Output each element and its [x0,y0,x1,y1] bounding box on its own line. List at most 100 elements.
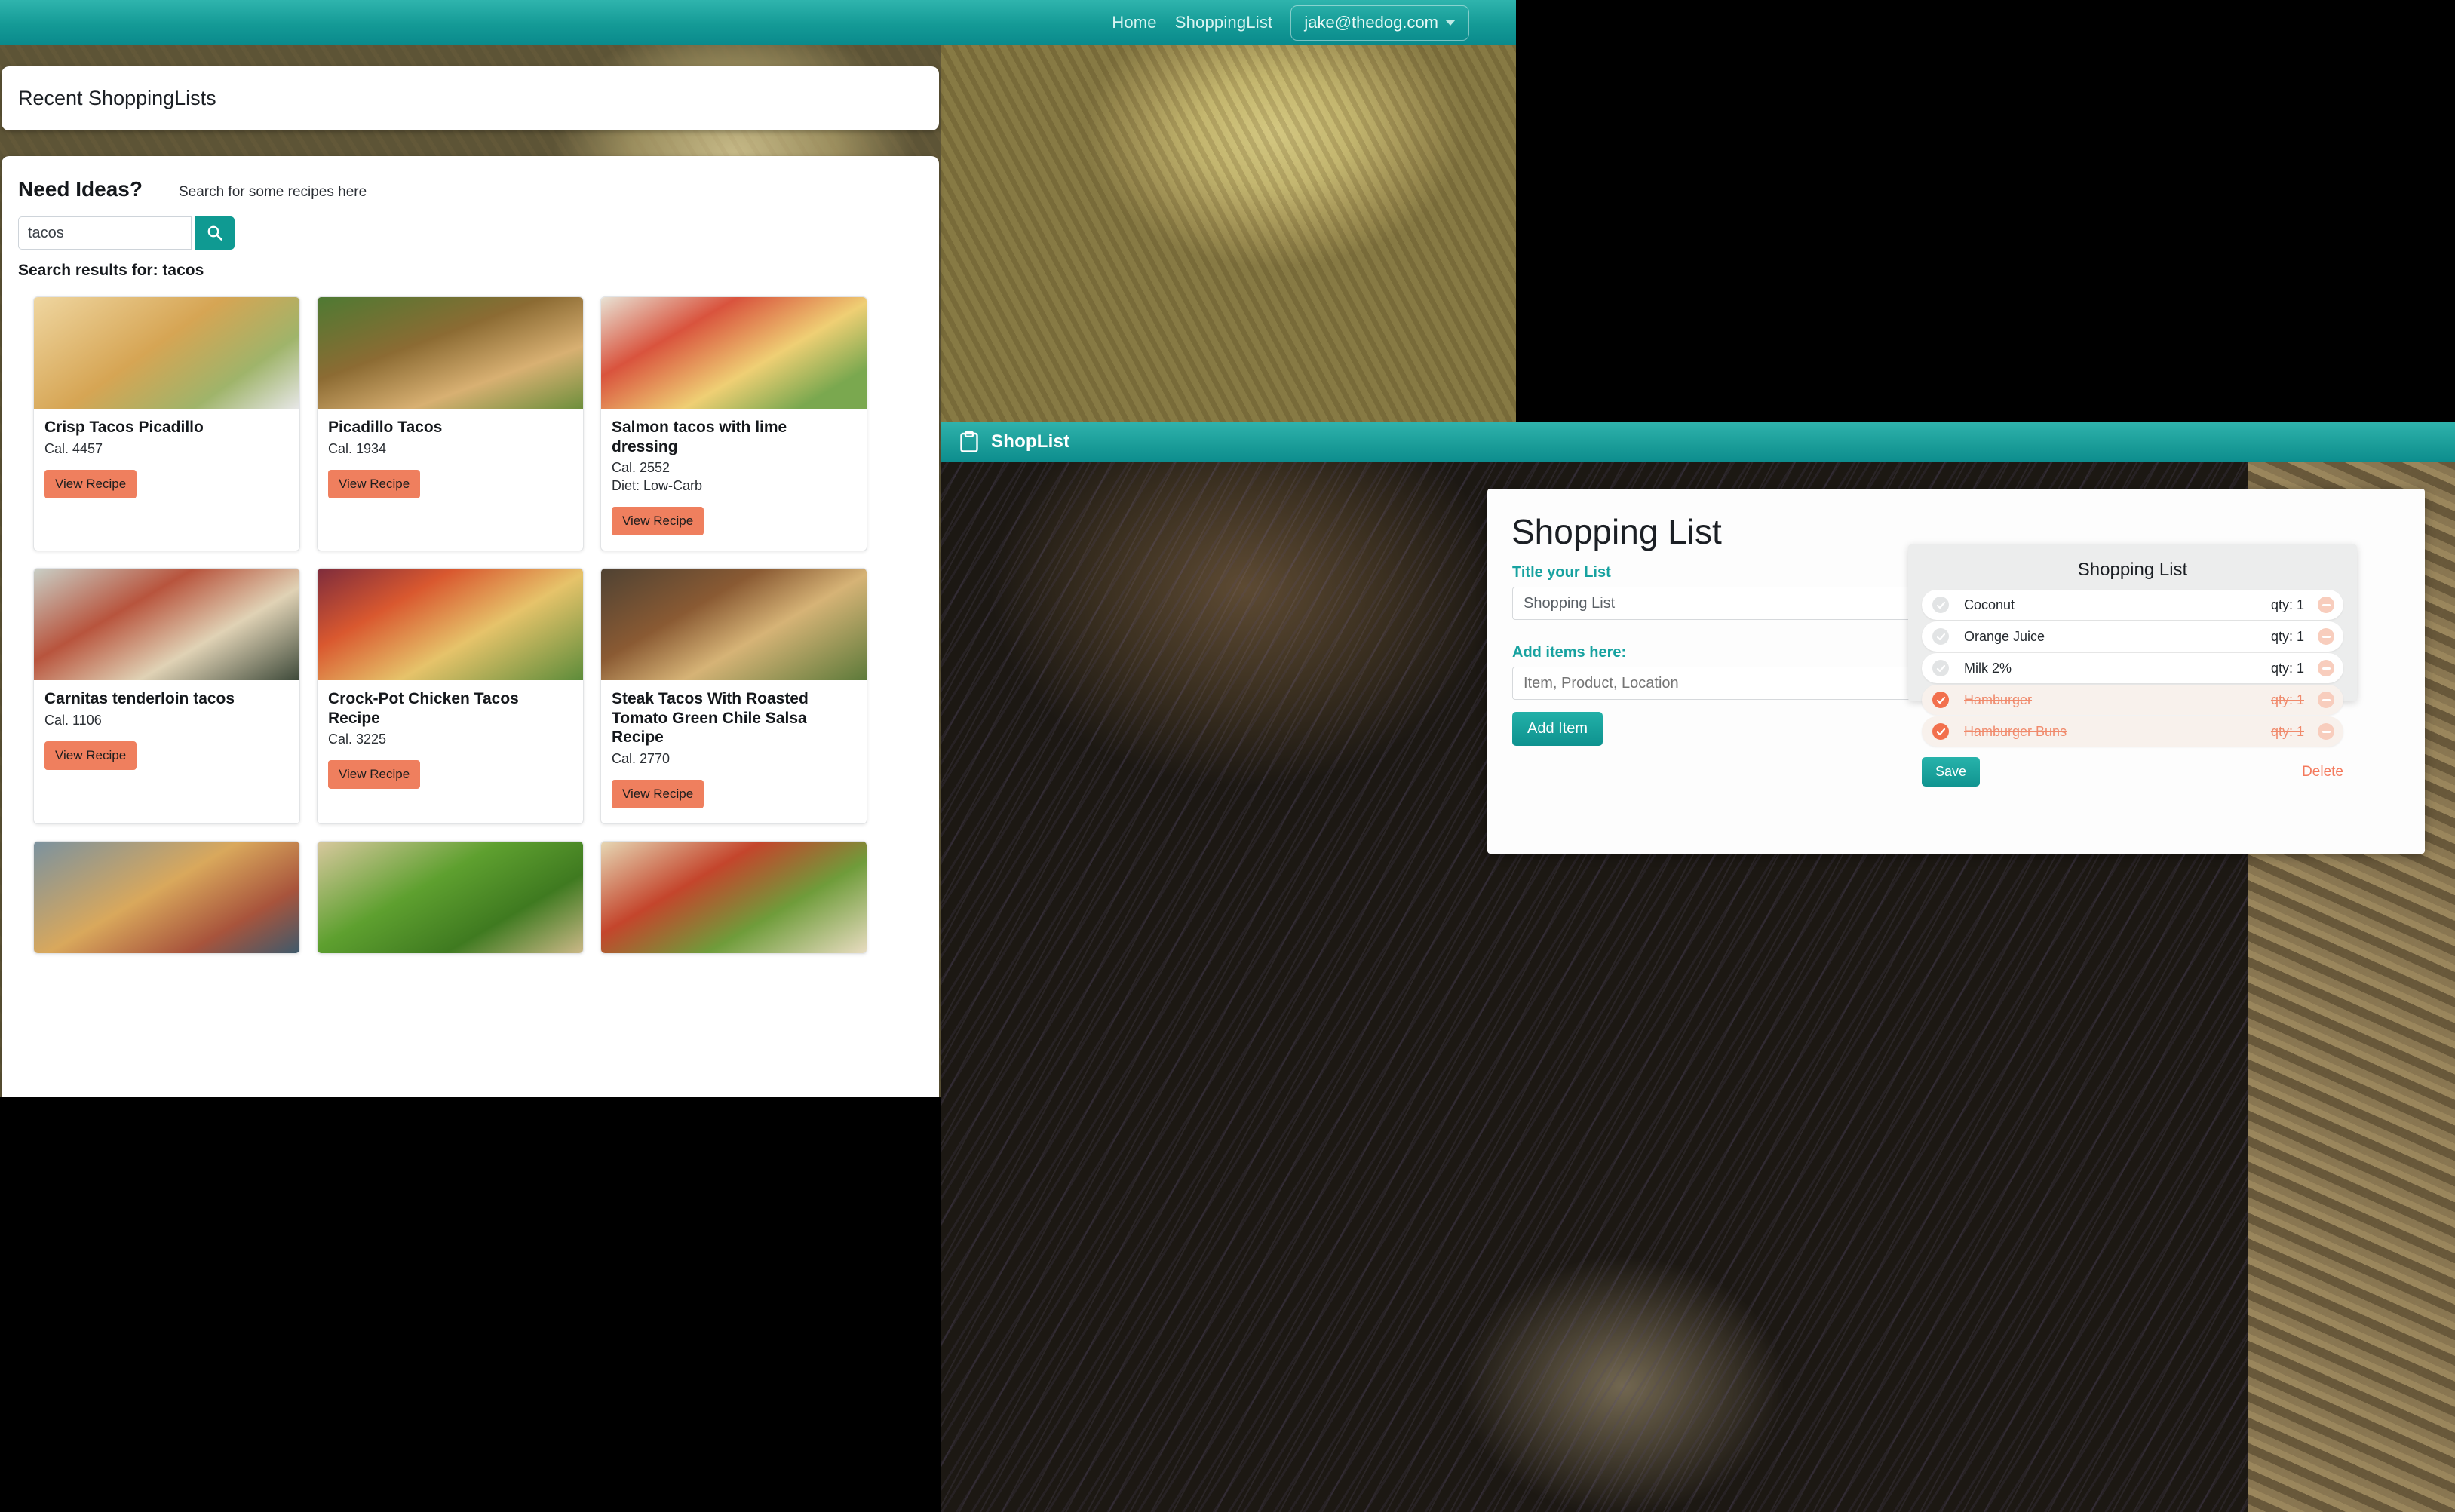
recipe-image [34,569,299,681]
recipe-card[interactable]: Steak Tacos With Roasted Tomato Green Ch… [600,568,867,825]
view-recipe-button[interactable]: View Recipe [328,760,421,790]
screen-blank-bottom-left [0,1097,941,1512]
list-item[interactable]: Hamburger Buns qty: 1 [1922,716,2343,747]
remove-item-icon[interactable] [2318,692,2334,708]
recipe-card-body: Carnitas tenderloin tacos Cal. 1106 View R… [34,680,299,785]
recipe-search-row [18,216,939,250]
check-circle-icon[interactable] [1932,692,1949,708]
list-item-qty: qty: 1 [2270,597,2304,612]
need-ideas-heading: Need Ideas? [18,177,143,201]
recipe-title: Picadillo Tacos [328,419,443,436]
list-item-name: Milk 2% [1964,660,2012,676]
recent-shoppinglists-panel: Recent ShoppingLists [2,66,939,130]
recipe-card[interactable] [317,841,584,955]
nav-link-home[interactable]: Home [1112,13,1157,32]
recipe-card-body: Crock-Pot Chicken Tacos Recipe Cal. 3225 V… [318,680,583,804]
recipe-title: Carnitas tenderloin tacos [44,690,235,708]
list-item-name: Hamburger Buns [1964,723,2067,739]
recipe-image [34,842,299,954]
recipe-image [318,297,583,409]
list-item[interactable]: Coconut qty: 1 [1922,590,2343,620]
recipe-image [318,842,583,954]
items-list-footer: Save Delete [1922,757,2343,787]
list-item-name: Coconut [1964,597,2015,612]
remove-item-icon[interactable] [2318,660,2334,676]
view-recipe-button[interactable]: View Recipe [44,741,137,770]
top-navbar: Home ShoppingList jake@thedog.com [0,0,1516,45]
remove-item-icon[interactable] [2318,723,2334,740]
recipe-calories: Cal. 1934 [328,440,387,456]
list-item-qty: qty: 1 [2270,692,2304,707]
screen-blank-top-right [1516,0,2455,422]
remove-item-icon[interactable] [2318,597,2334,613]
delete-link[interactable]: Delete [2302,764,2343,781]
recipe-card[interactable]: Crisp Tacos Picadillo Cal. 4457 View Recip… [33,296,300,552]
need-ideas-panel: Need Ideas? Search for some recipes here… [2,156,939,1097]
title-field-label: Title your List [1512,564,1611,581]
shoplist-app-name: ShopList [991,431,1070,452]
recipe-card-body: Crisp Tacos Picadillo Cal. 4457 View Recip… [34,409,299,514]
user-menu-button[interactable]: jake@thedog.com [1290,5,1469,41]
recipe-card[interactable]: Carnitas tenderloin tacos Cal. 1106 View R… [33,568,300,825]
list-item-qty: qty: 1 [2270,628,2304,644]
recipe-card-body: Salmon tacos with lime dressing Cal. 2552… [601,409,867,551]
items-list-heading: Shopping List [2077,560,2188,580]
list-item[interactable]: Hamburger qty: 1 [1922,685,2343,715]
recipe-diet: Diet: Low-Carb [612,478,703,494]
list-item-qty: qty: 1 [2270,723,2304,739]
recipe-card-body: Steak Tacos With Roasted Tomato Green Ch… [601,680,867,823]
list-item-name: Hamburger [1964,692,2033,707]
recipe-card[interactable]: Crock-Pot Chicken Tacos Recipe Cal. 3225 V… [317,568,584,825]
search-results-label: Search results for: tacos [18,262,204,279]
recipe-card-body: Picadillo Tacos Cal. 1934 View Recipe [318,409,583,514]
add-items-label: Add items here: [1512,644,1627,661]
recipe-search-button[interactable] [195,216,235,250]
recipe-image [601,842,867,954]
list-item[interactable]: Milk 2% qty: 1 [1922,653,2343,683]
recipe-title: Steak Tacos With Roasted Tomato Green Ch… [612,690,809,747]
view-recipe-button[interactable]: View Recipe [328,469,421,498]
need-ideas-header: Need Ideas? Search for some recipes here [2,156,939,201]
user-menu-label: jake@thedog.com [1304,12,1438,32]
need-ideas-subheading: Search for some recipes here [178,184,367,200]
shoplist-window: ShopList Shopping List Title your List A… [941,422,2455,1512]
nav-link-shoppinglist[interactable]: ShoppingList [1175,13,1273,32]
recent-shoppinglists-heading: Recent ShoppingLists [18,87,216,109]
recipe-image [318,569,583,681]
list-item-name: Orange Juice [1964,628,2045,644]
recipe-search-input[interactable] [18,216,192,250]
check-circle-icon[interactable] [1932,723,1949,740]
shoplist-titlebar: ShopList [941,422,2455,462]
chevron-down-icon [1445,19,1456,26]
shopping-list-card: Shopping List Title your List Add items … [1487,489,2425,854]
check-circle-icon[interactable] [1932,628,1949,645]
recipe-title: Crisp Tacos Picadillo [44,419,204,436]
recipe-card[interactable] [33,841,300,955]
view-recipe-button[interactable]: View Recipe [44,469,137,498]
shopping-list-items-card: Shopping List Coconut qty: 1 Orange Juice q… [1908,544,2357,787]
screen: Home ShoppingList jake@thedog.com Recent… [0,0,2455,1512]
recipe-title: Salmon tacos with lime dressing [612,419,787,455]
view-recipe-button[interactable]: View Recipe [612,507,704,536]
add-item-button[interactable]: Add Item [1512,712,1603,746]
check-circle-icon[interactable] [1932,660,1949,676]
recipe-card[interactable]: Salmon tacos with lime dressing Cal. 2552… [600,296,867,552]
list-title-input[interactable] [1512,587,1944,620]
clipboard-icon [960,431,978,452]
search-icon [207,225,222,241]
recipe-calories: Cal. 1106 [44,712,102,728]
recipe-calories: Cal. 2552 [612,460,671,476]
check-circle-icon[interactable] [1932,597,1949,613]
recipe-grid: Crisp Tacos Picadillo Cal. 4457 View Recip… [2,280,939,955]
recipe-card[interactable]: Picadillo Tacos Cal. 1934 View Recipe [317,296,584,552]
view-recipe-button[interactable]: View Recipe [612,780,704,809]
save-button[interactable]: Save [1922,757,1981,787]
add-item-input[interactable] [1512,667,1944,700]
remove-item-icon[interactable] [2318,628,2334,645]
recipe-calories: Cal. 2770 [612,751,671,767]
recipe-title: Crock-Pot Chicken Tacos Recipe [328,690,519,727]
list-item[interactable]: Orange Juice qty: 1 [1922,621,2343,652]
recipe-card[interactable] [600,841,867,955]
recipe-image [601,569,867,681]
list-item-qty: qty: 1 [2270,660,2304,676]
